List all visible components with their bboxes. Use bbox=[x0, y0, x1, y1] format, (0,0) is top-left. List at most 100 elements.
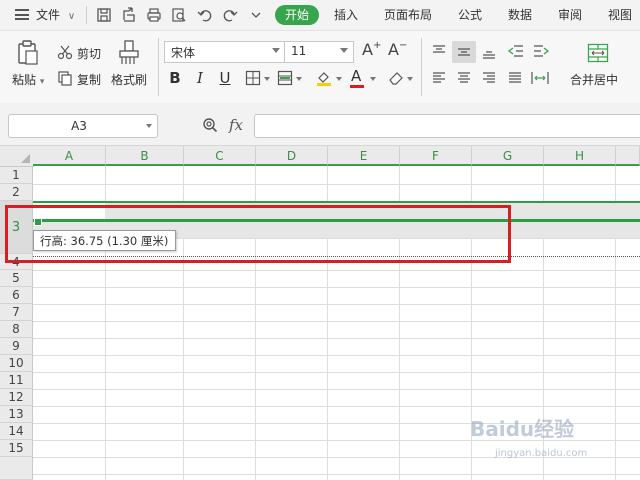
menu-icon[interactable] bbox=[15, 9, 29, 20]
row-header-11[interactable]: 11 bbox=[0, 372, 33, 389]
font-color-letter: A bbox=[351, 67, 362, 85]
italic-button[interactable]: I bbox=[191, 69, 209, 87]
column-header-h[interactable]: H bbox=[544, 146, 616, 166]
chevron-down-icon[interactable] bbox=[264, 77, 270, 81]
align-top-icon[interactable] bbox=[432, 44, 446, 58]
insert-function-button[interactable]: fx bbox=[229, 116, 243, 134]
bold-button[interactable]: B bbox=[166, 69, 184, 87]
cell-reference: A3 bbox=[71, 119, 87, 133]
row-header-7[interactable]: 7 bbox=[0, 304, 33, 321]
row-header-6[interactable]: 6 bbox=[0, 287, 33, 304]
tab-data[interactable]: 数据 bbox=[508, 0, 532, 30]
chevron-down-icon: ∨ bbox=[67, 11, 76, 22]
merge-center-button[interactable]: 合并居中 bbox=[570, 71, 618, 88]
tab-home[interactable]: 开始 bbox=[275, 5, 319, 25]
chevron-down-icon bbox=[146, 124, 152, 128]
align-left-icon[interactable] bbox=[432, 71, 446, 85]
chevron-down-icon bbox=[272, 48, 280, 53]
tab-page-layout[interactable]: 页面布局 bbox=[384, 0, 432, 30]
justify-icon[interactable] bbox=[508, 71, 522, 85]
align-right-icon[interactable] bbox=[482, 71, 496, 85]
chevron-down-icon[interactable] bbox=[407, 77, 413, 81]
font-color-button[interactable]: A bbox=[351, 67, 361, 85]
row-selection-border bbox=[33, 201, 640, 203]
column-header-f[interactable]: F bbox=[400, 146, 472, 166]
row-header-14[interactable]: 14 bbox=[0, 423, 33, 440]
scissors-icon[interactable] bbox=[57, 44, 73, 60]
redo-icon[interactable] bbox=[222, 7, 238, 23]
export-icon[interactable] bbox=[121, 7, 137, 23]
formula-input[interactable] bbox=[254, 114, 640, 138]
row-header-1[interactable]: 1 bbox=[0, 167, 33, 184]
fill-pattern-icon[interactable] bbox=[277, 70, 293, 86]
menu-bar: 文件 ∨ 开始 插入 页面布局 公式 数据 审阅 视图 bbox=[0, 0, 640, 31]
watermark-logo: Baidu经验 bbox=[470, 417, 575, 441]
chevron-down-icon bbox=[340, 48, 348, 53]
column-header-c[interactable]: C bbox=[184, 146, 256, 166]
underline-button[interactable]: U bbox=[216, 69, 234, 87]
column-header-d[interactable]: D bbox=[256, 146, 328, 166]
watermark-url: jingyan.baidu.com bbox=[495, 448, 588, 459]
row-header-16[interactable] bbox=[0, 457, 33, 480]
file-menu[interactable]: 文件 ∨ bbox=[36, 0, 75, 30]
tab-view[interactable]: 视图 bbox=[608, 0, 632, 30]
font-size-select[interactable]: 11 bbox=[284, 41, 354, 63]
select-all-corner[interactable] bbox=[0, 146, 34, 167]
cut-button[interactable]: 剪切 bbox=[77, 45, 101, 62]
column-header-b[interactable]: B bbox=[106, 146, 184, 166]
distribute-icon[interactable] bbox=[531, 70, 549, 86]
format-painter-icon[interactable] bbox=[118, 40, 140, 66]
tab-review[interactable]: 审阅 bbox=[558, 0, 582, 30]
row-header-8[interactable]: 8 bbox=[0, 321, 33, 338]
chevron-down-icon[interactable] bbox=[336, 77, 342, 81]
minus-icon: − bbox=[398, 40, 408, 51]
grid-line bbox=[33, 372, 640, 373]
decrease-indent-icon[interactable] bbox=[507, 44, 524, 58]
copy-button[interactable]: 复制 bbox=[77, 71, 101, 88]
shrink-font-button[interactable]: A− bbox=[388, 40, 407, 59]
column-header-e[interactable]: E bbox=[328, 146, 400, 166]
divider bbox=[86, 6, 87, 24]
copy-icon[interactable] bbox=[57, 70, 73, 86]
paste-button[interactable]: 粘贴 ▾ bbox=[12, 71, 44, 88]
plus-icon: + bbox=[372, 40, 382, 51]
chevron-down-icon[interactable] bbox=[370, 77, 376, 81]
row-header-9[interactable]: 9 bbox=[0, 338, 33, 355]
row-header-5[interactable]: 5 bbox=[0, 270, 33, 287]
undo-icon[interactable] bbox=[197, 7, 213, 23]
paste-icon[interactable] bbox=[16, 40, 40, 66]
fill-color-icon[interactable] bbox=[315, 69, 333, 87]
grid-line bbox=[33, 355, 640, 356]
borders-icon[interactable] bbox=[245, 70, 261, 86]
zoom-icon[interactable] bbox=[202, 117, 218, 133]
file-menu-label: 文件 bbox=[36, 8, 61, 22]
align-bottom-icon[interactable] bbox=[482, 46, 496, 60]
row-header-10[interactable]: 10 bbox=[0, 355, 33, 372]
customize-toolbar-icon[interactable] bbox=[248, 7, 264, 23]
row-header-12[interactable]: 12 bbox=[0, 389, 33, 406]
eraser-icon[interactable] bbox=[388, 70, 404, 86]
increase-indent-icon[interactable] bbox=[533, 44, 550, 58]
save-icon[interactable] bbox=[96, 7, 112, 23]
tab-insert[interactable]: 插入 bbox=[334, 0, 358, 30]
column-header-a[interactable]: A bbox=[33, 146, 106, 166]
grid-line bbox=[33, 406, 640, 407]
tab-formulas[interactable]: 公式 bbox=[458, 0, 482, 30]
font-color-swatch bbox=[350, 85, 364, 88]
column-header-i[interactable] bbox=[616, 146, 640, 166]
align-middle-icon[interactable] bbox=[457, 45, 471, 59]
print-icon[interactable] bbox=[146, 7, 162, 23]
row-header-2[interactable]: 2 bbox=[0, 184, 33, 201]
print-preview-icon[interactable] bbox=[171, 7, 187, 23]
row-header-13[interactable]: 13 bbox=[0, 406, 33, 423]
font-name-select[interactable]: 宋体 bbox=[164, 41, 286, 63]
align-center-icon[interactable] bbox=[457, 71, 471, 85]
name-box[interactable]: A3 bbox=[8, 114, 158, 138]
format-painter-button[interactable]: 格式刷 bbox=[111, 71, 147, 88]
merge-center-icon[interactable] bbox=[587, 42, 609, 64]
font-size-value: 11 bbox=[291, 44, 307, 58]
chevron-down-icon[interactable] bbox=[296, 77, 302, 81]
column-header-g[interactable]: G bbox=[472, 146, 544, 166]
grow-font-button[interactable]: A+ bbox=[362, 40, 381, 59]
row-header-15[interactable]: 15 bbox=[0, 440, 33, 457]
